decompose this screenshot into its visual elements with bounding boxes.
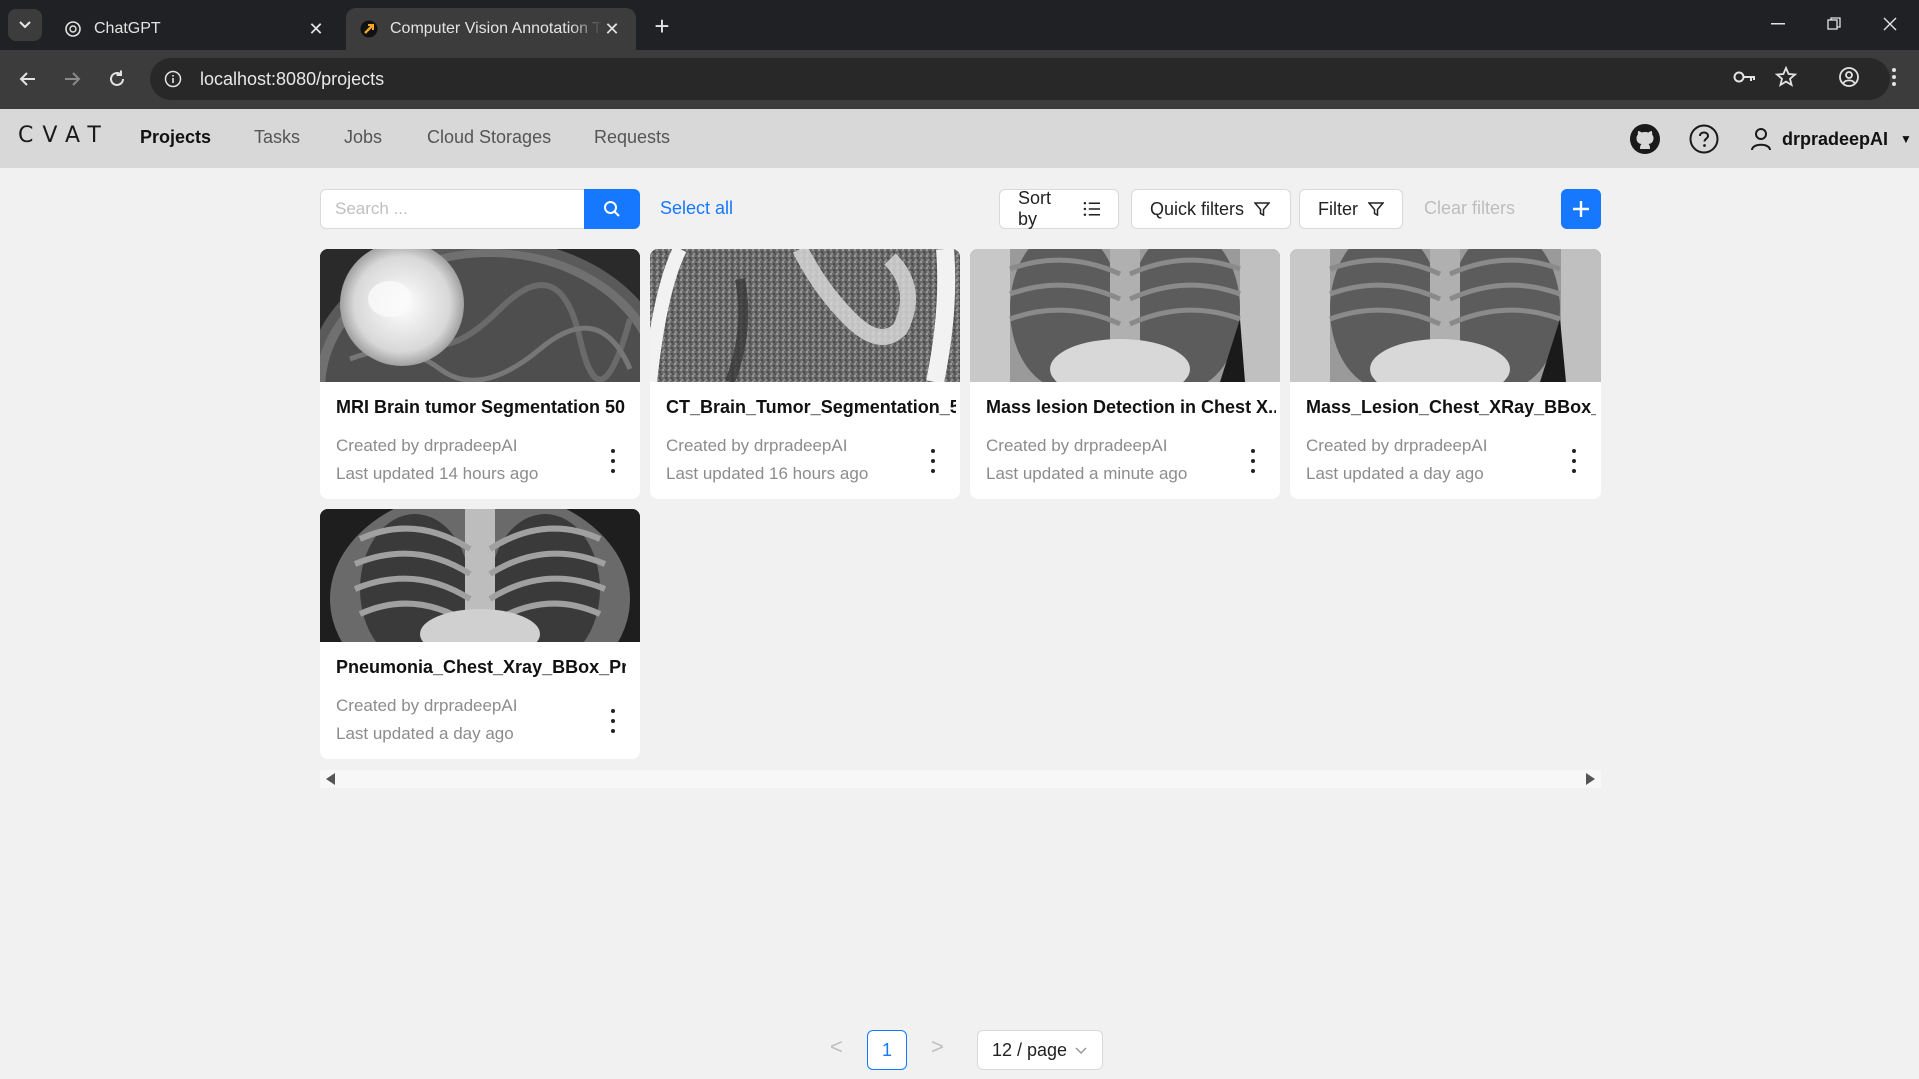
more-actions-icon[interactable] <box>608 449 618 473</box>
project-card[interactable]: Mass lesion Detection in Chest X... Crea… <box>970 249 1280 499</box>
forward-icon[interactable] <box>56 63 88 95</box>
search-icon <box>604 201 620 217</box>
project-updated: Last updated a day ago <box>1306 464 1484 483</box>
username: drpradeepAI <box>1782 128 1889 149</box>
url-text: localhost:8080/projects <box>200 68 385 89</box>
nav-cloud-storages[interactable]: Cloud Storages <box>427 127 551 148</box>
pagination-page-1[interactable]: 1 <box>867 1030 907 1070</box>
close-tab-icon[interactable]: ✕ <box>602 19 622 39</box>
project-owner: Created by drpradeepAI <box>336 436 518 455</box>
project-title[interactable]: MRI Brain tumor Segmentation 50 <box>336 397 626 418</box>
nav-jobs[interactable]: Jobs <box>344 127 382 148</box>
project-owner: Created by drpradeepAI <box>336 696 518 715</box>
plus-icon <box>1573 201 1589 217</box>
project-owner: Created by drpradeepAI <box>666 436 848 455</box>
site-info-icon[interactable] <box>162 68 184 90</box>
back-icon[interactable] <box>12 63 44 95</box>
close-window-icon[interactable] <box>1862 6 1918 42</box>
browser-tab-chatgpt[interactable]: ChatGPT ✕ <box>50 8 340 50</box>
reload-icon[interactable] <box>101 63 133 95</box>
more-actions-icon[interactable] <box>608 709 618 733</box>
filter-label: Filter <box>1318 198 1358 219</box>
sort-list-icon <box>1083 201 1100 217</box>
tab-title: Computer Vision Annotation Tool <box>390 20 602 37</box>
search-field[interactable] <box>320 189 584 229</box>
filter-funnel-icon <box>1368 202 1384 217</box>
project-title[interactable]: Pneumonia_Chest_Xray_BBox_Proj... <box>336 657 626 678</box>
pagination-next-button[interactable]: > <box>931 1034 944 1060</box>
nav-tasks[interactable]: Tasks <box>254 127 300 148</box>
search-input[interactable] <box>335 199 584 219</box>
password-key-icon[interactable] <box>1730 62 1760 92</box>
new-tab-icon[interactable]: + <box>648 11 676 41</box>
project-thumbnail-chest-xray[interactable] <box>970 249 1280 382</box>
chevron-down-icon <box>1075 1042 1087 1058</box>
project-title[interactable]: CT_Brain_Tumor_Segmentation_50 <box>666 397 956 418</box>
browser-toolbar: localhost:8080/projects <box>0 50 1919 109</box>
quick-filters-button[interactable]: Quick filters <box>1131 189 1291 229</box>
project-thumbnail-mri-brain[interactable] <box>320 249 640 382</box>
chatgpt-icon <box>64 20 82 38</box>
quick-filters-label: Quick filters <box>1150 198 1245 219</box>
project-card[interactable]: Mass_Lesion_Chest_XRay_BBox_P... Created… <box>1290 249 1601 499</box>
filter-button[interactable]: Filter <box>1299 189 1403 229</box>
project-updated: Last updated 16 hours ago <box>666 464 869 483</box>
horizontal-scrollbar[interactable] <box>320 770 1601 788</box>
minimize-icon[interactable] <box>1750 6 1806 42</box>
caret-down-icon: ▼ <box>1900 132 1912 146</box>
chevron-down-icon <box>19 21 31 29</box>
user-menu[interactable]: drpradeepAI ▼ <box>1750 124 1912 154</box>
nav-projects[interactable]: Projects <box>140 127 211 148</box>
create-project-button[interactable] <box>1561 189 1601 229</box>
cvat-favicon-icon <box>360 20 378 38</box>
address-bar[interactable]: localhost:8080/projects <box>150 58 1890 100</box>
browser-tab-cvat[interactable]: Computer Vision Annotation Tool ✕ <box>346 8 636 50</box>
project-owner: Created by drpradeepAI <box>1306 436 1488 455</box>
bookmark-star-icon[interactable] <box>1771 62 1801 92</box>
project-thumbnail-chest-xray[interactable] <box>1290 249 1601 382</box>
project-owner: Created by drpradeepAI <box>986 436 1168 455</box>
select-all-link[interactable]: Select all <box>660 198 733 219</box>
search-button[interactable] <box>584 189 640 229</box>
project-updated: Last updated a day ago <box>336 724 514 743</box>
more-actions-icon[interactable] <box>928 449 938 473</box>
project-card[interactable]: Pneumonia_Chest_Xray_BBox_Proj... Create… <box>320 509 640 759</box>
project-card[interactable]: MRI Brain tumor Segmentation 50 Created … <box>320 249 640 499</box>
project-title[interactable]: Mass lesion Detection in Chest X... <box>986 397 1276 418</box>
browser-menu-icon[interactable] <box>1879 62 1909 92</box>
tab-search-button[interactable] <box>8 9 42 41</box>
close-tab-icon[interactable]: ✕ <box>306 19 326 39</box>
sort-by-label: Sort by <box>1018 188 1052 229</box>
project-title[interactable]: Mass_Lesion_Chest_XRay_BBox_P... <box>1306 397 1596 418</box>
project-thumbnail-ct-brain[interactable] <box>650 249 960 382</box>
tab-title: ChatGPT <box>94 20 161 37</box>
cvat-logo[interactable]: CVAT <box>18 123 110 148</box>
user-icon <box>1751 128 1771 151</box>
pagination-prev-button[interactable]: < <box>830 1034 843 1060</box>
project-thumbnail-pediatric-xray[interactable] <box>320 509 640 642</box>
nav-requests[interactable]: Requests <box>594 127 670 148</box>
help-icon[interactable] <box>1687 122 1721 156</box>
filter-funnel-icon <box>1254 202 1271 217</box>
profile-icon[interactable] <box>1834 62 1864 92</box>
more-actions-icon[interactable] <box>1569 449 1579 473</box>
sort-by-button[interactable]: Sort by <box>999 188 1119 229</box>
more-actions-icon[interactable] <box>1248 449 1258 473</box>
browser-tab-bar: ChatGPT ✕ Computer Vision Annotation Too… <box>0 0 1919 50</box>
project-updated: Last updated 14 hours ago <box>336 464 539 483</box>
scroll-left-icon[interactable] <box>326 773 335 785</box>
github-icon[interactable] <box>1628 122 1662 156</box>
page-size-select[interactable]: 12 / page <box>977 1030 1103 1070</box>
clear-filters-button[interactable]: Clear filters <box>1424 198 1515 219</box>
page-size-value: 12 / page <box>992 1039 1068 1060</box>
app-header: CVAT Projects Tasks Jobs Cloud Storages … <box>0 109 1919 168</box>
project-card[interactable]: CT_Brain_Tumor_Segmentation_50 Created b… <box>650 249 960 499</box>
project-updated: Last updated a minute ago <box>986 464 1188 483</box>
scroll-right-icon[interactable] <box>1586 773 1595 785</box>
restore-icon[interactable] <box>1806 6 1862 42</box>
